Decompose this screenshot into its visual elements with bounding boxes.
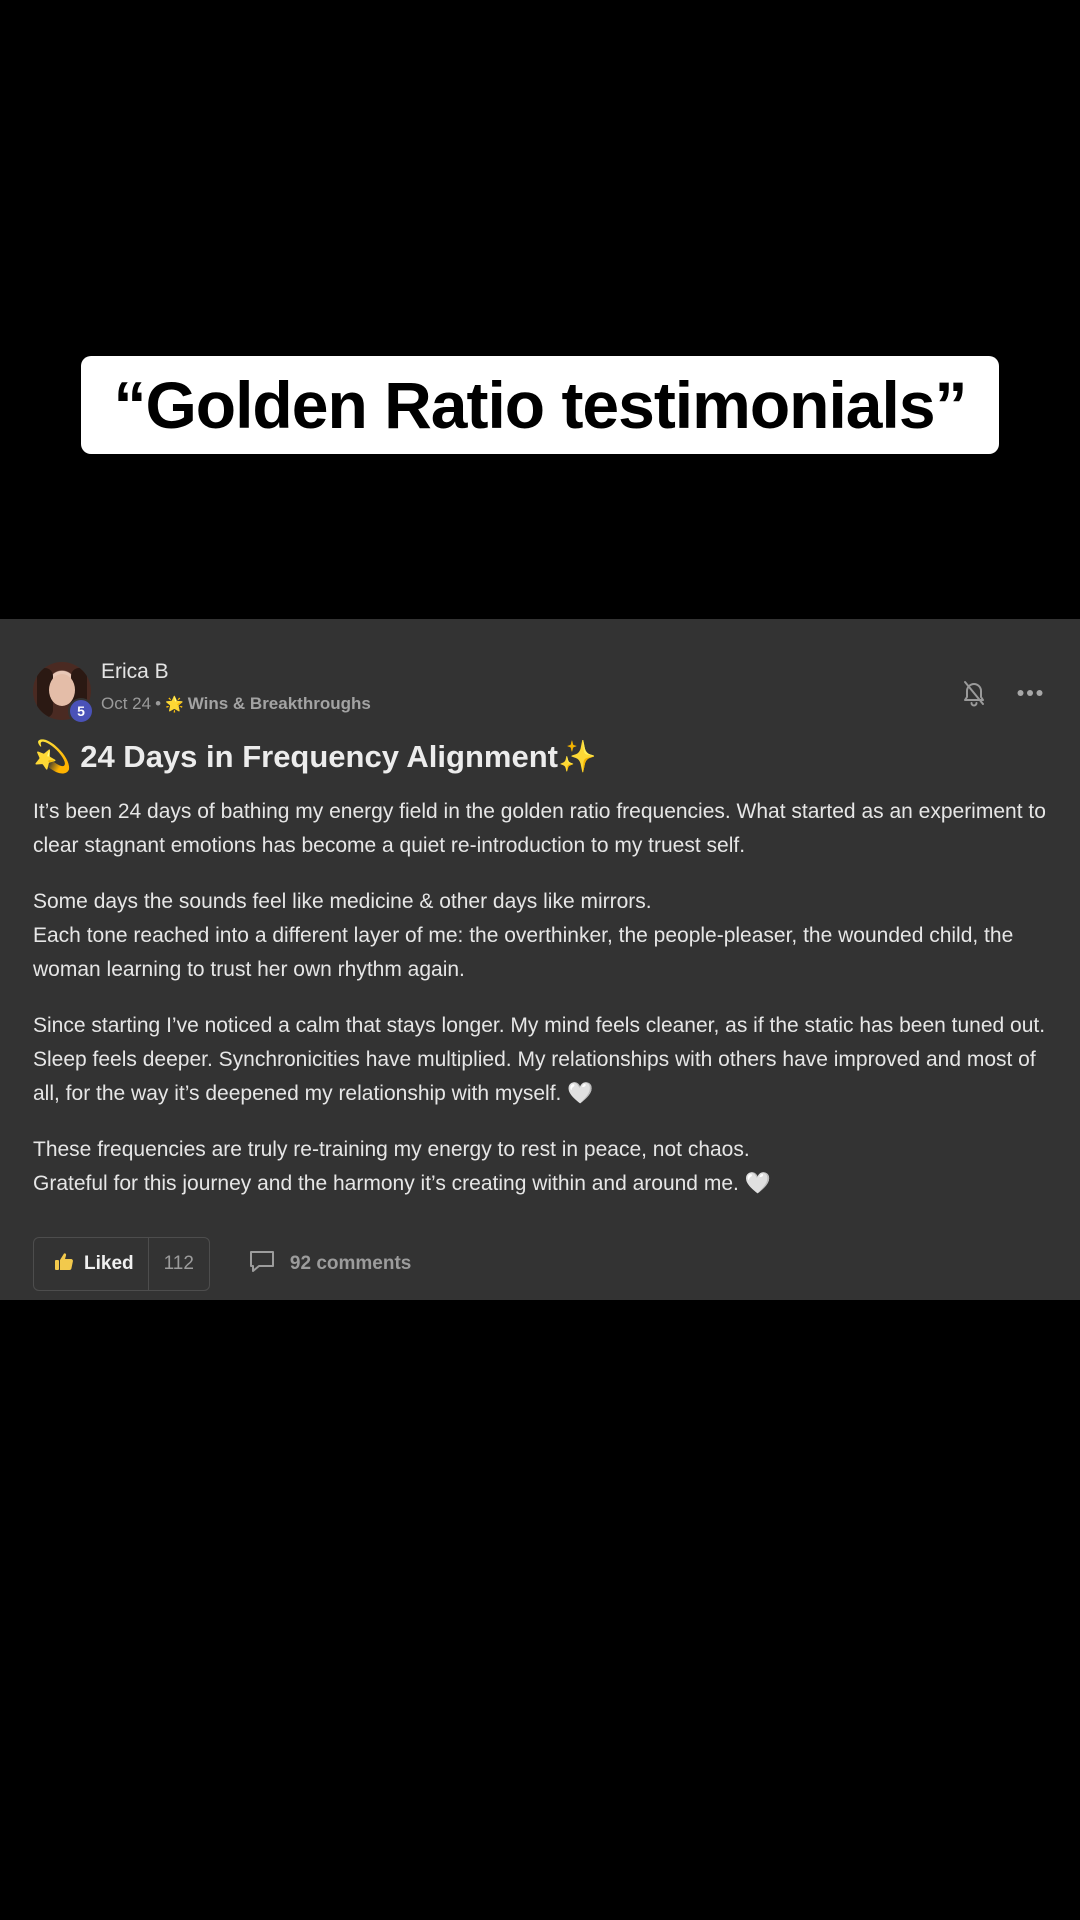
post-meta: Oct 24 • 🌟 Wins & Breakthroughs — [101, 694, 371, 714]
post-paragraph: Some days the sounds feel like medicine … — [33, 890, 1014, 981]
post-paragraph: These frequencies are truly re-training … — [33, 1138, 771, 1195]
post-card: 5 Erica B Oct 24 • 🌟 Wins & Breakthroughs — [0, 619, 1080, 1300]
post-body: It’s been 24 days of bathing my energy f… — [33, 795, 1053, 1223]
post-paragraph: Since starting I’ve noticed a calm that … — [33, 1014, 1046, 1105]
post-title[interactable]: 💫 24 Days in Frequency Alignment✨ — [33, 738, 597, 775]
header-actions — [957, 676, 1047, 710]
category-link[interactable]: Wins & Breakthroughs — [188, 694, 371, 713]
caption-overlay: “Golden Ratio testimonials” — [81, 356, 999, 454]
meta-separator: • — [155, 694, 162, 713]
post-paragraph: It’s been 24 days of bathing my energy f… — [33, 800, 1046, 857]
category-icon: 🌟 — [165, 696, 184, 713]
author-name[interactable]: Erica B — [101, 660, 169, 684]
comment-icon — [248, 1249, 276, 1279]
post-actions: Liked 112 92 comments — [33, 1236, 411, 1292]
post-header: 5 Erica B Oct 24 • 🌟 Wins & Breakthroughs — [33, 660, 1047, 724]
like-count[interactable]: 112 — [147, 1238, 209, 1290]
caption-text: “Golden Ratio testimonials” — [113, 368, 967, 442]
post-date: Oct 24 — [101, 694, 152, 713]
bell-off-icon[interactable] — [957, 676, 991, 710]
author-avatar[interactable]: 5 — [33, 662, 94, 724]
more-horizontal-icon[interactable] — [1013, 676, 1047, 710]
like-group: Liked 112 — [33, 1237, 210, 1291]
level-badge: 5 — [68, 698, 94, 724]
like-button[interactable]: Liked — [34, 1238, 148, 1290]
comments-button[interactable]: 92 comments — [248, 1249, 411, 1279]
like-label: Liked — [84, 1253, 134, 1274]
comments-label: 92 comments — [289, 1253, 412, 1274]
thumbs-up-icon — [54, 1252, 74, 1277]
